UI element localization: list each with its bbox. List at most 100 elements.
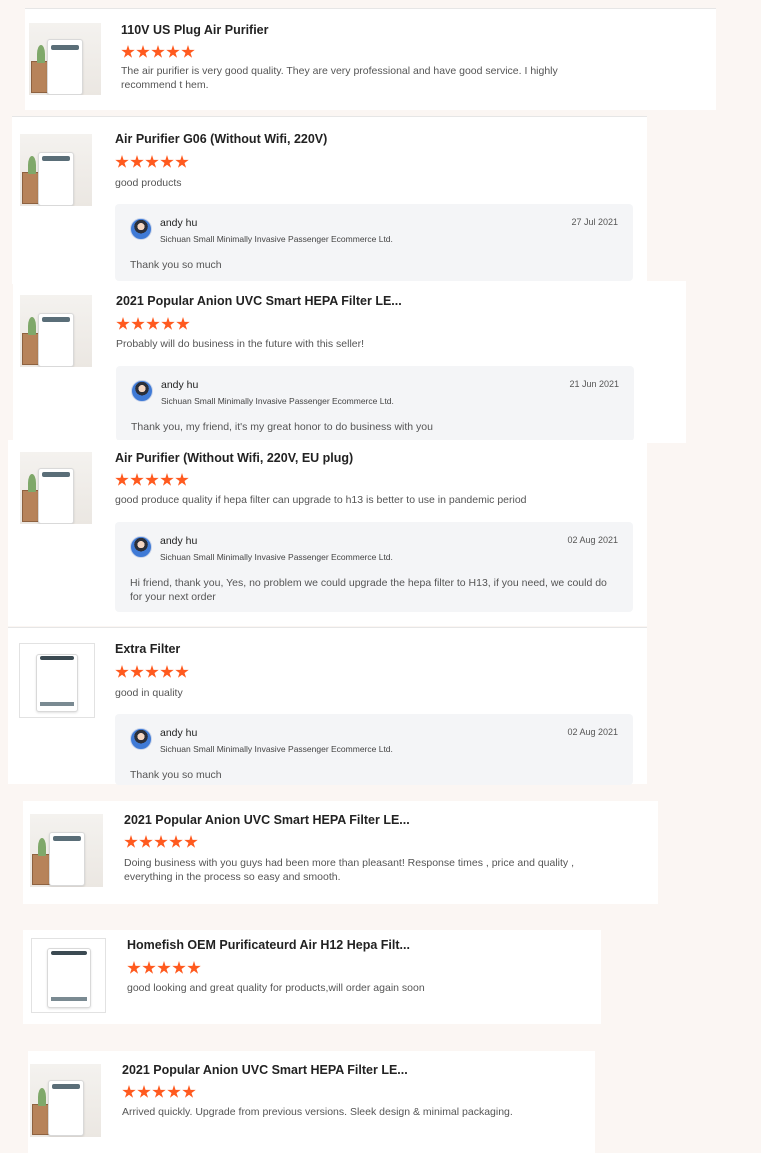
star-icon (130, 155, 144, 168)
product-thumbnail[interactable] (30, 1064, 101, 1137)
review-card: 2021 Popular Anion UVC Smart HEPA Filter… (13, 281, 686, 443)
product-thumbnail[interactable] (19, 643, 95, 718)
product-thumbnail[interactable] (20, 134, 92, 206)
star-icon (172, 961, 186, 974)
seller-reply: andy hu Sichuan Small Minimally Invasive… (115, 522, 633, 612)
star-icon (175, 665, 189, 678)
star-icon (146, 317, 160, 330)
star-icon (152, 1085, 166, 1098)
star-icon (124, 835, 138, 848)
reply-company: Sichuan Small Minimally Invasive Passeng… (160, 234, 393, 244)
star-icon (115, 665, 129, 678)
star-icon (184, 835, 198, 848)
reply-author-name: andy hu (160, 535, 198, 547)
star-icon (145, 665, 159, 678)
reply-message: Thank you so much (130, 769, 222, 781)
star-rating (121, 45, 195, 59)
star-rating (122, 1085, 196, 1099)
review-card: 2021 Popular Anion UVC Smart HEPA Filter… (23, 801, 658, 904)
review-card: 110V US Plug Air Purifier The air purifi… (25, 8, 716, 110)
seller-reply: andy hu Sichuan Small Minimally Invasive… (116, 366, 634, 441)
star-icon (176, 317, 190, 330)
star-icon (131, 317, 145, 330)
reply-date: 27 Jul 2021 (571, 217, 618, 227)
star-icon (116, 317, 130, 330)
review-text: good in quality (115, 687, 183, 699)
star-icon (122, 1085, 136, 1098)
review-card: Homefish OEM Purificateurd Air H12 Hepa … (23, 930, 601, 1024)
review-card: Extra Filter good in quality andy hu Sic… (8, 627, 647, 785)
star-icon (136, 45, 150, 58)
star-icon (175, 473, 189, 486)
product-title[interactable]: 110V US Plug Air Purifier (121, 23, 269, 37)
star-icon (137, 1085, 151, 1098)
review-text: Probably will do business in the future … (116, 338, 365, 350)
review-text: good products (115, 177, 182, 189)
product-thumbnail[interactable] (29, 23, 101, 95)
reply-date: 21 Jun 2021 (569, 379, 619, 389)
review-text: Doing business with you guys had been mo… (124, 857, 575, 883)
reply-company: Sichuan Small Minimally Invasive Passeng… (160, 744, 393, 754)
review-card: 2021 Popular Anion UVC Smart HEPA Filter… (28, 1051, 595, 1153)
star-icon (130, 665, 144, 678)
product-title[interactable]: 2021 Popular Anion UVC Smart HEPA Filter… (122, 1063, 408, 1077)
reply-company: Sichuan Small Minimally Invasive Passeng… (160, 552, 393, 562)
star-rating (124, 835, 198, 849)
star-icon (130, 473, 144, 486)
avatar (130, 536, 152, 558)
review-text: The air purifier is very good quality. T… (121, 65, 558, 91)
reply-author-name: andy hu (160, 727, 198, 739)
product-title[interactable]: 2021 Popular Anion UVC Smart HEPA Filter… (116, 294, 402, 308)
avatar (130, 218, 152, 240)
star-rating (116, 317, 190, 331)
reply-date: 02 Aug 2021 (567, 535, 618, 545)
product-thumbnail[interactable] (20, 295, 92, 367)
star-icon (175, 155, 189, 168)
star-icon (142, 961, 156, 974)
star-icon (157, 961, 171, 974)
star-icon (181, 45, 195, 58)
reply-date: 02 Aug 2021 (567, 727, 618, 737)
product-title[interactable]: 2021 Popular Anion UVC Smart HEPA Filter… (124, 813, 410, 827)
star-icon (115, 473, 129, 486)
star-icon (154, 835, 168, 848)
star-icon (121, 45, 135, 58)
product-title[interactable]: Air Purifier G06 (Without Wifi, 220V) (115, 132, 327, 146)
avatar (130, 728, 152, 750)
product-thumbnail[interactable] (30, 814, 103, 887)
reply-message: Hi friend, thank you, Yes, no problem we… (130, 577, 607, 603)
star-icon (151, 45, 165, 58)
review-card: Air Purifier G06 (Without Wifi, 220V) go… (12, 116, 647, 284)
star-icon (182, 1085, 196, 1098)
star-rating (115, 155, 189, 169)
star-icon (161, 317, 175, 330)
reply-message: Thank you, my friend, it's my great hono… (131, 421, 433, 433)
product-title[interactable]: Air Purifier (Without Wifi, 220V, EU plu… (115, 451, 353, 465)
review-text: good produce quality if hepa filter can … (115, 494, 527, 506)
star-icon (169, 835, 183, 848)
seller-reply: andy hu Sichuan Small Minimally Invasive… (115, 204, 633, 281)
star-icon (187, 961, 201, 974)
product-thumbnail[interactable] (20, 452, 92, 524)
star-rating (115, 473, 189, 487)
star-icon (160, 155, 174, 168)
reply-message: Thank you so much (130, 259, 222, 271)
reply-author-name: andy hu (161, 379, 199, 391)
star-icon (145, 473, 159, 486)
product-title[interactable]: Homefish OEM Purificateurd Air H12 Hepa … (127, 938, 410, 952)
review-card: Air Purifier (Without Wifi, 220V, EU plu… (8, 440, 647, 626)
star-icon (139, 835, 153, 848)
product-title[interactable]: Extra Filter (115, 642, 180, 656)
star-rating (127, 961, 201, 975)
star-icon (167, 1085, 181, 1098)
star-rating (115, 665, 189, 679)
review-text: good looking and great quality for produ… (127, 982, 425, 994)
review-text: Arrived quickly. Upgrade from previous v… (122, 1106, 513, 1118)
star-icon (160, 665, 174, 678)
product-thumbnail[interactable] (31, 938, 106, 1013)
star-icon (166, 45, 180, 58)
star-icon (127, 961, 141, 974)
reply-author-name: andy hu (160, 217, 198, 229)
reply-company: Sichuan Small Minimally Invasive Passeng… (161, 396, 394, 406)
star-icon (160, 473, 174, 486)
